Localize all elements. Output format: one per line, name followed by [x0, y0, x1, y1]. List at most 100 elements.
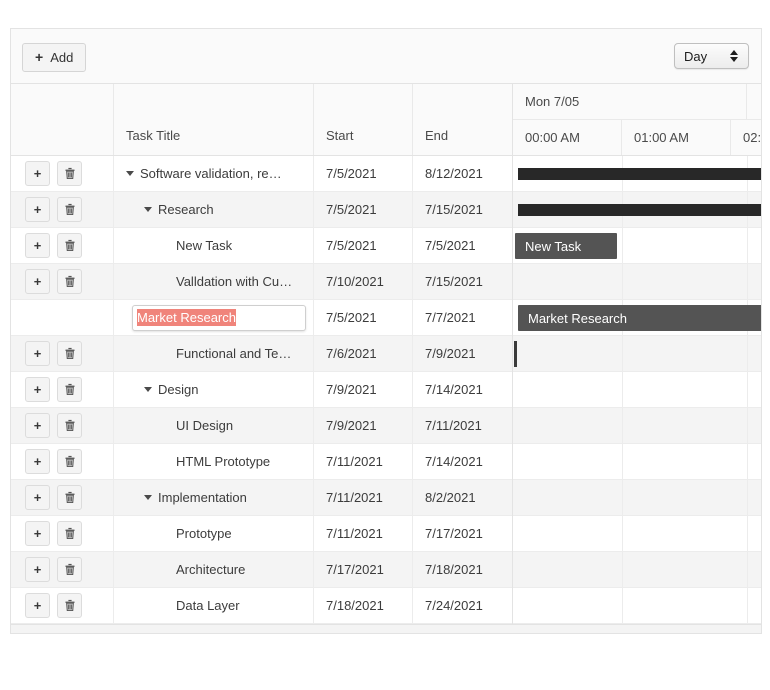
row-add-button[interactable]: +	[25, 269, 50, 294]
row-add-button[interactable]: +	[25, 485, 50, 510]
row-add-button[interactable]: +	[25, 557, 50, 582]
task-start-cell[interactable]: 7/5/2021	[314, 156, 413, 191]
row-add-button[interactable]: +	[25, 233, 50, 258]
row-delete-button[interactable]	[57, 233, 82, 258]
row-delete-button[interactable]	[57, 269, 82, 294]
task-end-cell[interactable]: 8/2/2021	[413, 480, 512, 515]
timeline-row[interactable]	[513, 372, 761, 408]
row-add-button[interactable]: +	[25, 521, 50, 546]
table-row[interactable]: + Design 7/9/2021 7/14/2021	[11, 372, 512, 408]
summary-bar[interactable]	[518, 204, 761, 216]
task-title-cell[interactable]: Market Research	[114, 300, 314, 335]
row-delete-button[interactable]	[57, 557, 82, 582]
task-bar[interactable]: New Task	[515, 233, 617, 259]
table-row[interactable]: + Valldation with Cu… 7/10/2021 7/15/2021	[11, 264, 512, 300]
task-end-cell[interactable]: 7/17/2021	[413, 516, 512, 551]
task-end-cell[interactable]: 7/14/2021	[413, 372, 512, 407]
task-title-cell[interactable]: Software validation, re…	[114, 156, 314, 191]
timeline-row[interactable]	[513, 264, 761, 300]
task-end-cell[interactable]: 7/7/2021	[413, 300, 512, 335]
row-add-button[interactable]: +	[25, 593, 50, 618]
task-title-cell[interactable]: Prototype	[114, 516, 314, 551]
row-add-button[interactable]: +	[25, 161, 50, 186]
task-start-cell[interactable]: 7/9/2021	[314, 372, 413, 407]
task-end-cell[interactable]: 7/18/2021	[413, 552, 512, 587]
row-add-button[interactable]: +	[25, 413, 50, 438]
timeline-row[interactable]	[513, 408, 761, 444]
row-delete-button[interactable]	[57, 449, 82, 474]
row-add-button[interactable]: +	[25, 341, 50, 366]
task-end-cell[interactable]: 7/9/2021	[413, 336, 512, 371]
timeline-row[interactable]	[513, 516, 761, 552]
table-row[interactable]: + Functional and Te… 7/6/2021 7/9/2021	[11, 336, 512, 372]
task-start-cell[interactable]: 7/6/2021	[314, 336, 413, 371]
row-add-button[interactable]: +	[25, 377, 50, 402]
timeline-row[interactable]	[513, 336, 761, 372]
task-title-cell[interactable]: UI Design	[114, 408, 314, 443]
column-header-start[interactable]: Start	[314, 84, 413, 155]
task-start-cell[interactable]: 7/10/2021	[314, 264, 413, 299]
row-delete-button[interactable]	[57, 413, 82, 438]
expander-triangle-icon[interactable]	[144, 495, 152, 500]
task-title-cell[interactable]: HTML Prototype	[114, 444, 314, 479]
table-row[interactable]: + UI Design 7/9/2021 7/11/2021	[11, 408, 512, 444]
table-row[interactable]: + Software validation, re… 7/5/2021 8/12/20…	[11, 156, 512, 192]
timeline-row[interactable]	[513, 192, 761, 228]
add-button[interactable]: + Add	[22, 43, 87, 72]
table-row[interactable]: + Research 7/5/2021 7/15/2021	[11, 192, 512, 228]
task-title-input[interactable]: Market Research	[132, 304, 306, 331]
task-title-cell[interactable]: Data Layer	[114, 588, 314, 623]
task-title-cell[interactable]: Valldation with Cu…	[114, 264, 314, 299]
view-mode-select[interactable]: Day	[674, 43, 749, 69]
row-add-button[interactable]: +	[25, 197, 50, 222]
row-delete-button[interactable]	[57, 377, 82, 402]
table-row[interactable]: + New Task 7/5/2021 7/5/2021	[11, 228, 512, 264]
task-start-cell[interactable]: 7/17/2021	[314, 552, 413, 587]
table-row[interactable]: Market Research 7/5/2021 7/7/2021	[11, 300, 512, 336]
timeline-row[interactable]: New Task	[513, 228, 761, 264]
column-header-task-title[interactable]: Task Title	[114, 84, 314, 155]
task-start-cell[interactable]: 7/5/2021	[314, 228, 413, 263]
timeline-row[interactable]	[513, 156, 761, 192]
row-add-button[interactable]: +	[25, 449, 50, 474]
task-title-cell[interactable]: Architecture	[114, 552, 314, 587]
stepper-updown-icon[interactable]	[724, 50, 748, 62]
row-delete-button[interactable]	[57, 197, 82, 222]
task-end-cell[interactable]: 7/15/2021	[413, 264, 512, 299]
column-header-end[interactable]: End	[413, 84, 512, 155]
task-start-cell[interactable]: 7/11/2021	[314, 516, 413, 551]
milestone-marker[interactable]	[514, 341, 517, 367]
task-start-cell[interactable]: 7/5/2021	[314, 192, 413, 227]
row-delete-button[interactable]	[57, 521, 82, 546]
table-row[interactable]: + Implementation 7/11/2021 8/2/2021	[11, 480, 512, 516]
task-end-cell[interactable]: 8/12/2021	[413, 156, 512, 191]
task-title-cell[interactable]: Research	[114, 192, 314, 227]
task-start-cell[interactable]: 7/18/2021	[314, 588, 413, 623]
task-end-cell[interactable]: 7/11/2021	[413, 408, 512, 443]
task-title-cell[interactable]: Design	[114, 372, 314, 407]
task-start-cell[interactable]: 7/11/2021	[314, 480, 413, 515]
timeline-row[interactable]	[513, 552, 761, 588]
expander-triangle-icon[interactable]	[144, 387, 152, 392]
task-end-cell[interactable]: 7/24/2021	[413, 588, 512, 623]
timeline-row[interactable]	[513, 588, 761, 624]
expander-triangle-icon[interactable]	[144, 207, 152, 212]
summary-bar[interactable]	[518, 168, 761, 180]
row-delete-button[interactable]	[57, 593, 82, 618]
timeline-row[interactable]: Market Research	[513, 300, 761, 336]
timeline-row[interactable]	[513, 480, 761, 516]
table-row[interactable]: + Prototype 7/11/2021 7/17/2021	[11, 516, 512, 552]
task-title-cell[interactable]: Functional and Te…	[114, 336, 314, 371]
row-delete-button[interactable]	[57, 485, 82, 510]
task-end-cell[interactable]: 7/15/2021	[413, 192, 512, 227]
row-delete-button[interactable]	[57, 341, 82, 366]
table-row[interactable]: + Architecture 7/17/2021 7/18/2021	[11, 552, 512, 588]
row-delete-button[interactable]	[57, 161, 82, 186]
task-end-cell[interactable]: 7/14/2021	[413, 444, 512, 479]
task-start-cell[interactable]: 7/11/2021	[314, 444, 413, 479]
task-title-cell[interactable]: Implementation	[114, 480, 314, 515]
task-bar[interactable]: Market Research	[518, 305, 761, 331]
task-start-cell[interactable]: 7/9/2021	[314, 408, 413, 443]
expander-triangle-icon[interactable]	[126, 171, 134, 176]
table-row[interactable]: + HTML Prototype 7/11/2021 7/14/2021	[11, 444, 512, 480]
